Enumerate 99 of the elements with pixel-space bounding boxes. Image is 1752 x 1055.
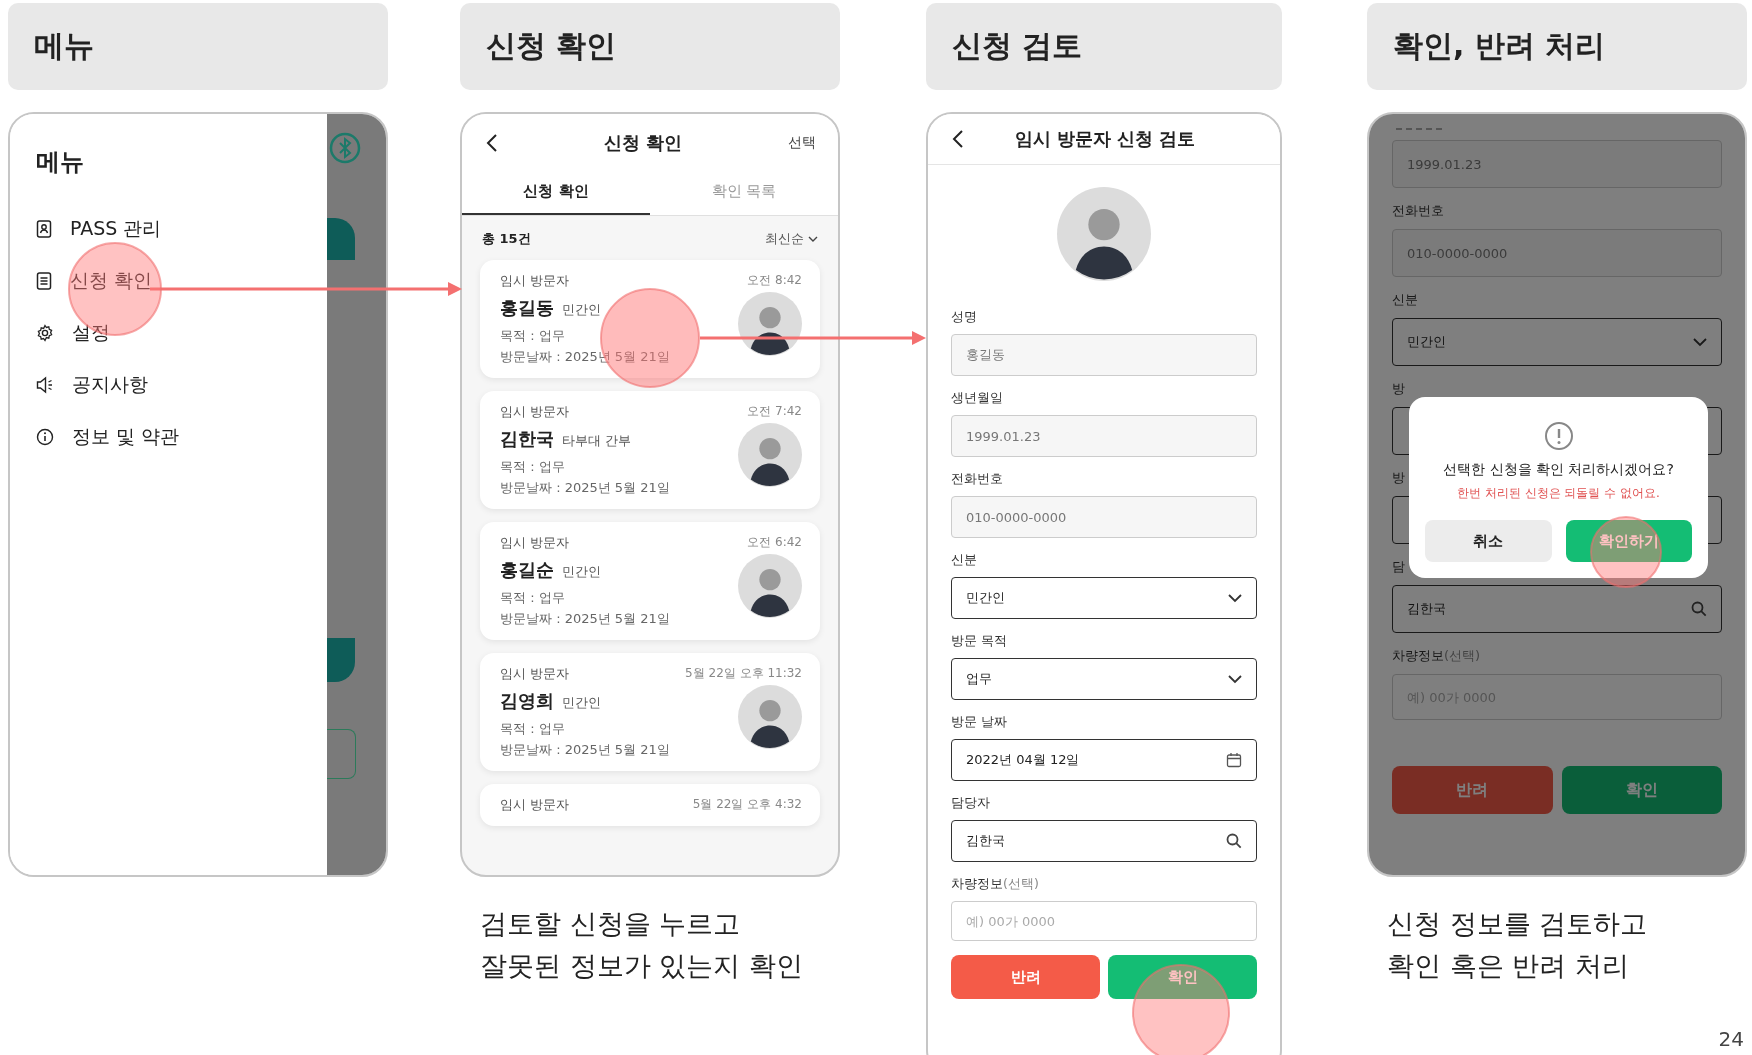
search-field[interactable]: 김한국 <box>951 820 1257 862</box>
cancel-button[interactable]: 취소 <box>1425 520 1552 562</box>
search-field[interactable]: 김한국 <box>1392 585 1722 633</box>
info-icon <box>36 428 54 446</box>
field-label: 차량정보(선택) <box>1392 647 1481 665</box>
field-label: 생년월일 <box>951 390 1003 407</box>
field-label: 방 <box>1392 380 1405 398</box>
input-field[interactable]: 예) 00가 0000 <box>951 901 1257 941</box>
visitor-role: 민간인 <box>562 694 601 712</box>
chevron-down-icon <box>1228 674 1242 684</box>
menu-item[interactable]: 공지사항 <box>36 372 301 398</box>
back-icon[interactable] <box>952 129 964 149</box>
calendar-icon <box>1226 752 1242 768</box>
visitor-type: 임시 방문자 <box>500 403 570 421</box>
visitor-name: 김한국 <box>500 427 554 451</box>
request-card[interactable]: 임시 방문자 오전 7:42 김한국 타부대 간부 목적 : 업무 방문날짜 : 2025년 5월 21일 <box>480 391 820 509</box>
button-edge <box>327 729 356 779</box>
search-icon <box>1691 601 1707 617</box>
chevron-down-icon <box>1693 337 1707 347</box>
input-field[interactable]: 홍길동 <box>951 334 1257 376</box>
menu-item[interactable]: 정보 및 약관 <box>36 424 301 450</box>
step-header: 신청 검토 <box>926 3 1282 90</box>
select-link[interactable]: 선택 <box>788 134 816 152</box>
card-edge <box>327 218 355 260</box>
back-icon[interactable] <box>486 133 498 153</box>
warning-icon <box>1543 421 1574 451</box>
visitor-type: 임시 방문자 <box>500 272 570 290</box>
request-card[interactable]: 임시 방문자 5월 22일 오후 4:32 <box>480 784 820 826</box>
visitor-name: 김영희 <box>500 689 554 713</box>
request-time: 5월 22일 오후 11:32 <box>685 665 802 682</box>
visitor-role: 타부대 간부 <box>562 432 632 450</box>
dropdown-field[interactable]: 민간인 <box>1392 318 1722 366</box>
visitor-role: 민간인 <box>562 301 601 319</box>
visit-date: 방문날짜 : 2025년 5월 21일 <box>500 741 670 759</box>
visit-purpose: 목적 : 업무 <box>500 458 566 476</box>
caption: 검토할 신청을 누르고 잘못된 정보가 있는지 확인 <box>480 907 804 983</box>
step-header: 메뉴 <box>8 3 388 90</box>
menu-item[interactable]: 설정 <box>36 320 301 346</box>
field-label: 신분 <box>951 552 977 569</box>
step-header: 확인, 반려 처리 <box>1367 3 1747 90</box>
total-count: 총 15건 <box>482 230 531 248</box>
visit-date: 방문날짜 : 2025년 5월 21일 <box>500 479 670 497</box>
visitor-type: 임시 방문자 <box>500 665 570 683</box>
visitor-name: 홍길동 <box>500 296 554 320</box>
menu-title: 메뉴 <box>36 147 85 178</box>
card-edge <box>327 638 355 682</box>
screen-title: 신청 확인 <box>603 131 683 155</box>
field-label: 방문 날짜 <box>951 714 1007 731</box>
request-time: 오전 8:42 <box>747 272 802 289</box>
step-header: 신청 확인 <box>460 3 840 90</box>
field-label: 전화번호 <box>1392 202 1444 220</box>
field-label: 담당자 <box>951 795 990 812</box>
input-field[interactable]: 1999.01.23 <box>951 415 1257 457</box>
visit-date: 방문날짜 : 2025년 5월 21일 <box>500 610 670 628</box>
avatar-placeholder <box>738 423 802 487</box>
dialog-warning: 한번 처리된 신청은 되돌릴 수 없어요. <box>1457 485 1660 502</box>
visitor-name: 홍길순 <box>500 558 554 582</box>
avatar-placeholder <box>738 554 802 618</box>
visit-purpose: 목적 : 업무 <box>500 589 566 607</box>
dialog-message: 선택한 신청을 확인 처리하시겠어요? <box>1443 461 1674 479</box>
input-field[interactable]: 010-0000-0000 <box>951 496 1257 538</box>
sort-dropdown[interactable]: 최신순 <box>765 230 818 248</box>
page-number: 24 <box>1718 1027 1744 1051</box>
document-icon <box>36 272 52 290</box>
tap-indicator <box>1590 516 1662 588</box>
visitor-role: 민간인 <box>562 563 601 581</box>
search-icon <box>1226 833 1242 849</box>
field-label: 담 <box>1392 558 1405 576</box>
tab[interactable]: 신청 확인 <box>462 172 650 215</box>
dropdown-field[interactable]: 업무 <box>951 658 1257 700</box>
field-label: 전화번호 <box>951 471 1003 488</box>
request-card[interactable]: 임시 방문자 5월 22일 오후 11:32 김영희 민간인 목적 : 업무 방문날짜 : 2025년 5월 21일 <box>480 653 820 771</box>
chevron-down-icon <box>1228 593 1242 603</box>
request-card[interactable]: 임시 방문자 오전 6:42 홍길순 민간인 목적 : 업무 방문날짜 : 2025년 5월 21일 <box>480 522 820 640</box>
request-time: 오전 7:42 <box>747 403 802 420</box>
visitor-type: 임시 방문자 <box>500 534 570 552</box>
request-time: 5월 22일 오후 4:32 <box>692 796 802 813</box>
id-card-icon <box>36 220 52 238</box>
settings-icon <box>36 324 54 342</box>
avatar-placeholder <box>738 685 802 749</box>
bluetooth-icon <box>329 132 361 164</box>
field-label: 방문 목적 <box>951 633 1007 650</box>
caption: 신청 정보를 검토하고 확인 혹은 반려 처리 <box>1387 907 1649 983</box>
request-time: 오전 6:42 <box>747 534 802 551</box>
field-label: 방 <box>1392 469 1405 487</box>
visitor-type: 임시 방문자 <box>500 796 570 814</box>
menu-item[interactable]: 신청 확인 <box>36 268 301 294</box>
date-field[interactable]: 2022년 04월 12일 <box>951 739 1257 781</box>
menu-item[interactable]: PASS 관리 <box>36 216 301 242</box>
avatar-placeholder <box>738 292 802 356</box>
visit-purpose: 목적 : 업무 <box>500 327 566 345</box>
visit-purpose: 목적 : 업무 <box>500 720 566 738</box>
speaker-icon <box>36 376 54 394</box>
screen-title: 임시 방문자 신청 검토 <box>1014 127 1196 151</box>
field-label: 차량정보(선택) <box>951 876 1039 893</box>
dropdown-field[interactable]: 민간인 <box>951 577 1257 619</box>
field-label: 신분 <box>1392 291 1418 309</box>
field-label: 성명 <box>951 309 977 326</box>
chevron-down-icon <box>808 235 818 243</box>
